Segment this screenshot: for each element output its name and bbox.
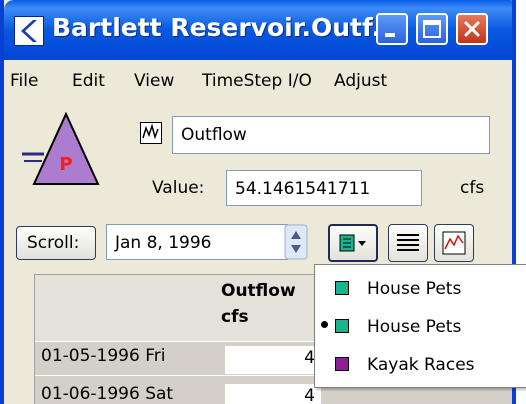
series-slot-icon <box>140 122 162 144</box>
date-spinner[interactable] <box>284 224 308 260</box>
units-label: cfs <box>460 178 485 198</box>
plot-button[interactable] <box>434 224 474 262</box>
menu-adjust[interactable]: Adjust <box>334 71 387 91</box>
dropdown-item-label: House Pets <box>367 279 462 299</box>
list-dropdown-icon <box>339 234 366 252</box>
date-field[interactable]: Jan 8, 1996 <box>106 224 288 260</box>
menu-bar: File Edit View TimeStep I/O Adjust <box>4 60 512 102</box>
row-date: 01-06-1996 Sat <box>41 384 174 404</box>
menu-file[interactable]: File <box>10 71 38 91</box>
reservoir-icon: P <box>22 111 100 185</box>
row-value: 4 <box>304 386 315 404</box>
series-color-swatch-icon <box>335 357 349 371</box>
plot-icon <box>442 231 466 255</box>
series-color-swatch-icon <box>335 281 349 295</box>
value-label: Value: <box>152 178 205 198</box>
row-date: 01-05-1996 Fri <box>41 346 166 366</box>
text-view-button[interactable] <box>388 224 428 262</box>
window-title: Bartlett Reservoir.Outf... <box>52 13 401 42</box>
close-icon <box>464 21 480 37</box>
maximize-button[interactable] <box>416 13 448 45</box>
selected-bullet-icon <box>321 321 328 328</box>
dropdown-item-kayak-races[interactable]: Kayak Races <box>315 347 526 383</box>
scroll-button-label: Scroll: <box>27 233 80 253</box>
minimize-button[interactable] <box>376 13 408 45</box>
reservoir-icon-letter: P <box>59 154 72 175</box>
spinner-arrows-icon <box>284 224 308 260</box>
menu-timestep-io[interactable]: TimeStep I/O <box>202 71 312 91</box>
dropdown-item-house-pets-1[interactable]: House Pets <box>315 271 526 307</box>
dropdown-item-label: House Pets <box>367 317 462 337</box>
app-logo-icon <box>14 16 44 46</box>
text-lines-icon <box>397 234 419 251</box>
row-value-cell[interactable]: 4 <box>225 346 321 374</box>
menu-view[interactable]: View <box>134 71 174 91</box>
value-field[interactable]: 54.1461541711 <box>226 170 422 206</box>
close-button[interactable] <box>456 13 488 45</box>
row-value-cell[interactable]: 4 <box>225 384 321 404</box>
series-color-swatch-icon <box>335 319 349 333</box>
column-header-title: Outflow <box>221 281 296 301</box>
menu-edit[interactable]: Edit <box>72 71 105 91</box>
minimize-icon <box>385 33 395 37</box>
slot-name-field[interactable]: Outflow <box>172 116 490 154</box>
scroll-button[interactable]: Scroll: <box>16 226 96 260</box>
series-dropdown-menu: House Pets House Pets Kayak Races <box>314 264 526 388</box>
maximize-icon <box>423 20 441 38</box>
dropdown-item-label: Kayak Races <box>367 355 475 375</box>
dropdown-item-house-pets-2[interactable]: House Pets <box>315 309 526 345</box>
title-bar[interactable]: Bartlett Reservoir.Outf... <box>4 0 512 60</box>
column-header-units: cfs <box>221 307 249 327</box>
list-dropdown-button[interactable] <box>328 224 378 262</box>
